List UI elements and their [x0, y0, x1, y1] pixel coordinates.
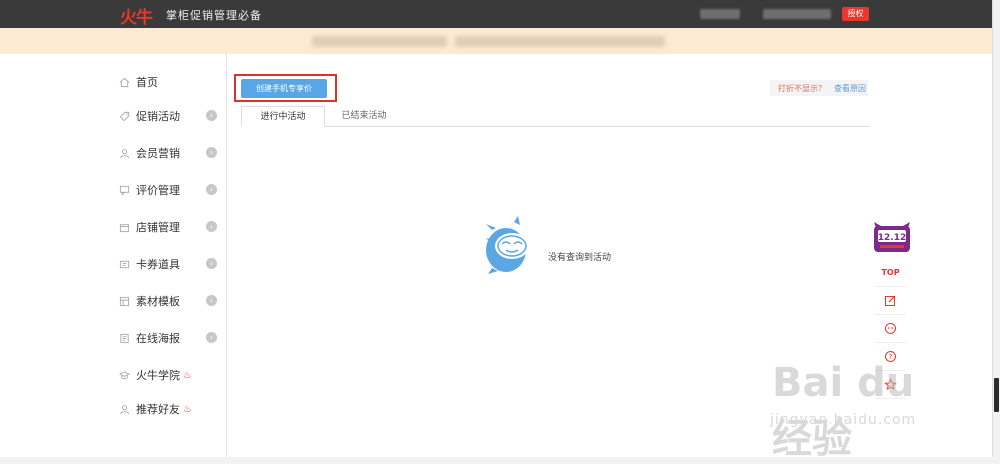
notice-bar: [0, 28, 992, 54]
empty-state-mascot-icon: [486, 216, 529, 274]
activity-tabs: 进行中活动 已结束活动: [241, 106, 870, 127]
sidebar-item-label: 素材模板: [136, 295, 180, 308]
chevron-right-icon[interactable]: ›: [206, 258, 217, 269]
sidebar-item-label: 会员营销: [136, 147, 180, 160]
sidebar-item-templates[interactable]: 素材模板 ›: [118, 292, 218, 310]
baidu-jingyan-watermark: Bai du 经验 jingyan.baidu.com: [760, 360, 960, 462]
chat-face-icon: [885, 323, 896, 334]
sidebar-item-home[interactable]: 首页: [118, 73, 218, 91]
sidebar-item-reviews[interactable]: 评价管理 ›: [118, 181, 218, 199]
friend-icon: [118, 403, 131, 416]
sidebar-item-label: 店铺管理: [136, 221, 180, 234]
auth-button[interactable]: 授权: [842, 7, 869, 21]
top-label: TOP: [881, 268, 900, 277]
highlight-annotation: [234, 74, 337, 102]
promo-badge-label: 12.12: [878, 233, 906, 243]
chevron-right-icon[interactable]: ›: [206, 221, 217, 232]
sidebar-item-members[interactable]: 会员营销 ›: [118, 144, 218, 162]
sidebar-item-promotions[interactable]: 促销活动 ›: [118, 107, 218, 125]
sidebar-item-label: 在线海报: [136, 332, 180, 345]
help-question: 打折不显示？: [778, 83, 826, 93]
hot-flame-icon: ♨: [183, 369, 192, 381]
sidebar-item-label: 卡券道具: [136, 258, 180, 271]
sidebar: 首页 促销活动 › 会员营销 › 评价管理 › 店铺管理 › 卡券道具 › 素材…: [0, 54, 227, 457]
sidebar-item-label: 促销活动: [136, 110, 180, 123]
tag-icon: [118, 110, 131, 123]
sidebar-item-refer-friend[interactable]: 推荐好友 ♨: [118, 400, 218, 418]
chevron-right-icon[interactable]: ›: [206, 184, 217, 195]
blurred-notice-text: [312, 36, 447, 47]
chevron-right-icon[interactable]: ›: [206, 295, 217, 306]
sidebar-item-label: 推荐好友: [136, 403, 180, 416]
home-icon: [118, 76, 131, 89]
view-reason-link[interactable]: 查看原因: [834, 83, 866, 94]
user-icon: [118, 147, 131, 160]
tab-ended[interactable]: 已结束活动: [334, 106, 394, 127]
customer-service-button[interactable]: [875, 315, 906, 343]
template-icon: [118, 295, 131, 308]
shop-icon: [118, 221, 131, 234]
discount-help-box: 打折不显示？ 查看原因: [770, 80, 868, 96]
double-twelve-promo-badge-icon[interactable]: 12.12: [870, 220, 914, 256]
watermark-url: jingyan.baidu.com: [770, 412, 917, 428]
poster-icon: [118, 332, 131, 345]
coupon-icon: [118, 258, 131, 271]
tab-ongoing[interactable]: 进行中活动: [241, 106, 325, 127]
blurred-user-info: [700, 9, 740, 19]
blurred-notice-text: [455, 36, 665, 47]
sidebar-item-posters[interactable]: 在线海报 ›: [118, 329, 218, 347]
blurred-shop-info: [763, 9, 831, 19]
sidebar-item-label: 评价管理: [136, 184, 180, 197]
sidebar-item-shop[interactable]: 店铺管理 ›: [118, 218, 218, 236]
chevron-right-icon[interactable]: ›: [206, 147, 217, 158]
top-bar: 火牛 掌柜促销管理必备 授权: [0, 0, 992, 28]
back-to-top-button[interactable]: TOP: [875, 259, 906, 287]
sidebar-item-label: 首页: [136, 76, 158, 89]
comment-icon: [118, 184, 131, 197]
app-title: 掌柜促销管理必备: [166, 9, 262, 22]
academy-icon: [118, 369, 131, 382]
sidebar-item-academy[interactable]: 火牛学院 ♨: [118, 366, 218, 384]
hot-flame-icon: ♨: [183, 403, 192, 415]
brand-logo[interactable]: 火牛: [120, 3, 153, 28]
app-frame: 火牛 掌柜促销管理必备 授权 首页 促销活动 › 会员营销 › 评价管理 › 店…: [0, 0, 992, 462]
chevron-right-icon[interactable]: ›: [206, 332, 217, 343]
empty-state-text: 没有查询到活动: [548, 253, 612, 263]
scrollbar-thumb[interactable]: [994, 378, 999, 412]
sidebar-item-coupons[interactable]: 卡券道具 ›: [118, 255, 218, 273]
feedback-button[interactable]: [875, 287, 906, 315]
chevron-right-icon[interactable]: ›: [206, 110, 217, 121]
edit-icon: [885, 295, 896, 306]
sidebar-item-label: 火牛学院: [136, 369, 180, 382]
